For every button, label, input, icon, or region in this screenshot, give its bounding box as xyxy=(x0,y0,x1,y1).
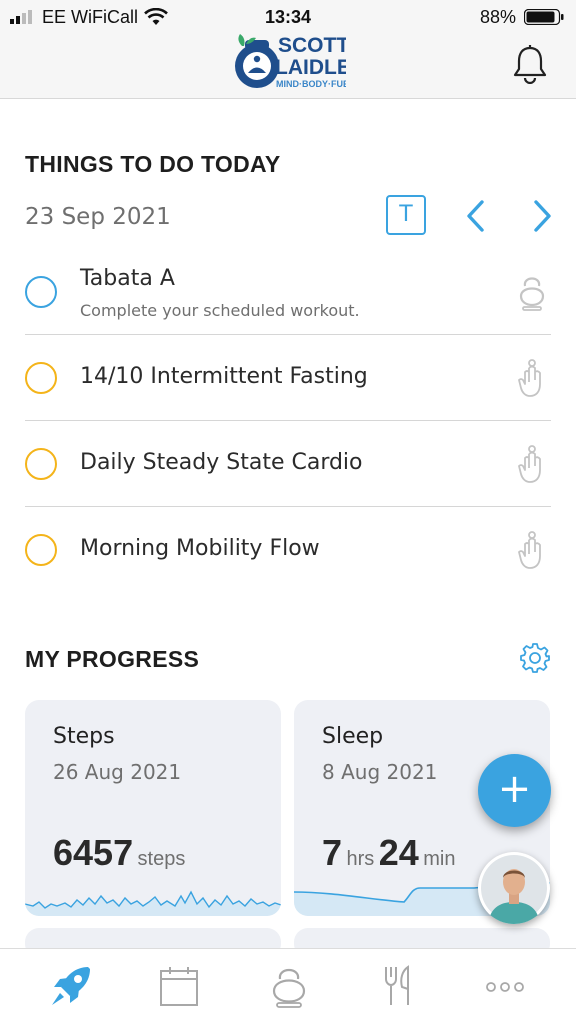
calendar-icon[interactable] xyxy=(156,963,202,1009)
kettlebell-icon[interactable] xyxy=(266,963,312,1009)
steps-count: 6457 xyxy=(53,832,134,873)
battery-icon xyxy=(524,9,564,25)
battery-percent: 88% xyxy=(479,7,516,27)
bell-icon[interactable] xyxy=(512,44,548,84)
kettlebell-icon xyxy=(519,277,545,311)
sleep-minutes: 24 xyxy=(378,832,419,873)
bottom-tab-bar xyxy=(0,948,576,1025)
progress-section-title: MY PROGRESS xyxy=(25,646,200,672)
sleep-minutes-unit: min xyxy=(423,848,456,870)
task-title: 14/10 Intermittent Fasting xyxy=(80,364,368,389)
logo-tagline: MIND·BODY·FUEL xyxy=(276,79,346,89)
task-subtitle: Complete your scheduled workout. xyxy=(80,301,360,320)
task-checkbox[interactable] xyxy=(25,534,57,566)
more-icon[interactable] xyxy=(482,963,528,1009)
app-header: EE WiFiCall 13:34 88% SCOTT LAIDLER MIND… xyxy=(0,0,576,99)
brand-logo: SCOTT LAIDLER MIND·BODY·FUEL xyxy=(235,34,346,89)
status-bar: EE WiFiCall 13:34 88% xyxy=(0,6,576,30)
steps-unit: steps xyxy=(137,848,186,870)
task-title: Tabata A xyxy=(80,266,175,291)
rocket-icon[interactable] xyxy=(48,963,94,1009)
sleep-card-title: Sleep xyxy=(322,724,384,749)
hand-finger-icon xyxy=(518,359,541,397)
next-day-button[interactable] xyxy=(530,198,554,234)
fork-knife-icon[interactable] xyxy=(376,963,422,1009)
avatar[interactable] xyxy=(478,852,550,924)
gear-icon[interactable] xyxy=(519,642,551,674)
sleep-hours-unit: hrs xyxy=(346,848,375,870)
hand-finger-icon xyxy=(518,531,541,569)
sleep-hours: 7 xyxy=(322,832,343,873)
task-checkbox[interactable] xyxy=(25,448,57,480)
task-item[interactable]: Daily Steady State Cardio xyxy=(25,420,551,507)
sleep-card-date: 8 Aug 2021 xyxy=(322,760,438,784)
steps-card[interactable]: Steps 26 Aug 2021 6457 steps xyxy=(25,700,281,916)
today-button[interactable]: T xyxy=(386,195,426,235)
task-title: Daily Steady State Cardio xyxy=(80,450,363,475)
task-title: Morning Mobility Flow xyxy=(80,536,320,561)
steps-card-title: Steps xyxy=(53,724,115,749)
previous-day-button[interactable] xyxy=(464,198,488,234)
task-checkbox[interactable] xyxy=(25,276,57,308)
logo-text-scott: SCOTT xyxy=(278,34,346,57)
steps-value: 6457 steps xyxy=(53,832,185,874)
todo-section-title: THINGS TO DO TODAY xyxy=(25,151,281,177)
task-item[interactable]: Morning Mobility Flow xyxy=(25,506,551,592)
task-item[interactable]: Tabata A Complete your scheduled workout… xyxy=(25,250,551,335)
logo-text-laidler: LAIDLER xyxy=(275,56,346,79)
steps-card-date: 26 Aug 2021 xyxy=(53,760,182,784)
steps-sparkline xyxy=(25,890,281,916)
add-button[interactable]: + xyxy=(478,754,551,827)
task-checkbox[interactable] xyxy=(25,362,57,394)
todo-date: 23 Sep 2021 xyxy=(25,204,171,230)
hand-finger-icon xyxy=(518,445,541,483)
sleep-value: 7 hrs 24 min xyxy=(322,832,455,874)
task-item[interactable]: 14/10 Intermittent Fasting xyxy=(25,334,551,421)
